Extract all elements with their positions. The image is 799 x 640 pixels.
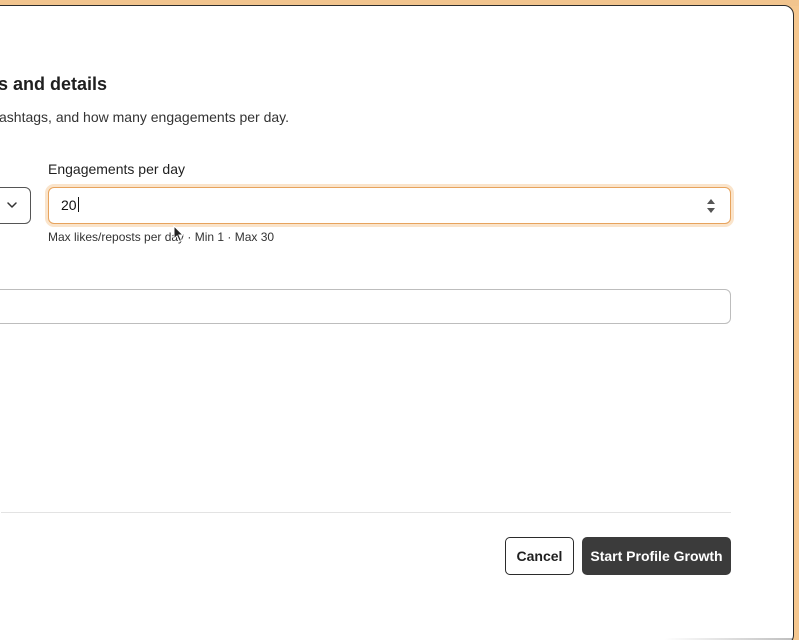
footer-divider [1,512,731,513]
text-input[interactable] [0,289,731,324]
cancel-button[interactable]: Cancel [505,537,574,575]
mouse-pointer-icon [173,225,185,243]
section-subtitle: ashtags, and how many engagements per da… [0,109,290,125]
engagements-per-day-input[interactable]: 20 [48,187,731,224]
chevron-down-icon[interactable] [6,199,18,211]
modal-content: mits and details ashtags, and how many e… [0,6,793,640]
modal-dialog: mits and details ashtags, and how many e… [0,5,794,640]
engagements-per-day-value[interactable]: 20 [61,188,661,223]
section-title: mits and details [0,74,108,94]
spinner-arrows-icon[interactable] [706,196,716,216]
start-profile-growth-button[interactable]: Start Profile Growth [582,537,731,575]
text-caret [77,197,79,212]
engagements-per-day-label: Engagements per day [48,161,185,177]
engagements-hint: Max likes/reposts per day · Min 1 · Max … [48,230,275,244]
